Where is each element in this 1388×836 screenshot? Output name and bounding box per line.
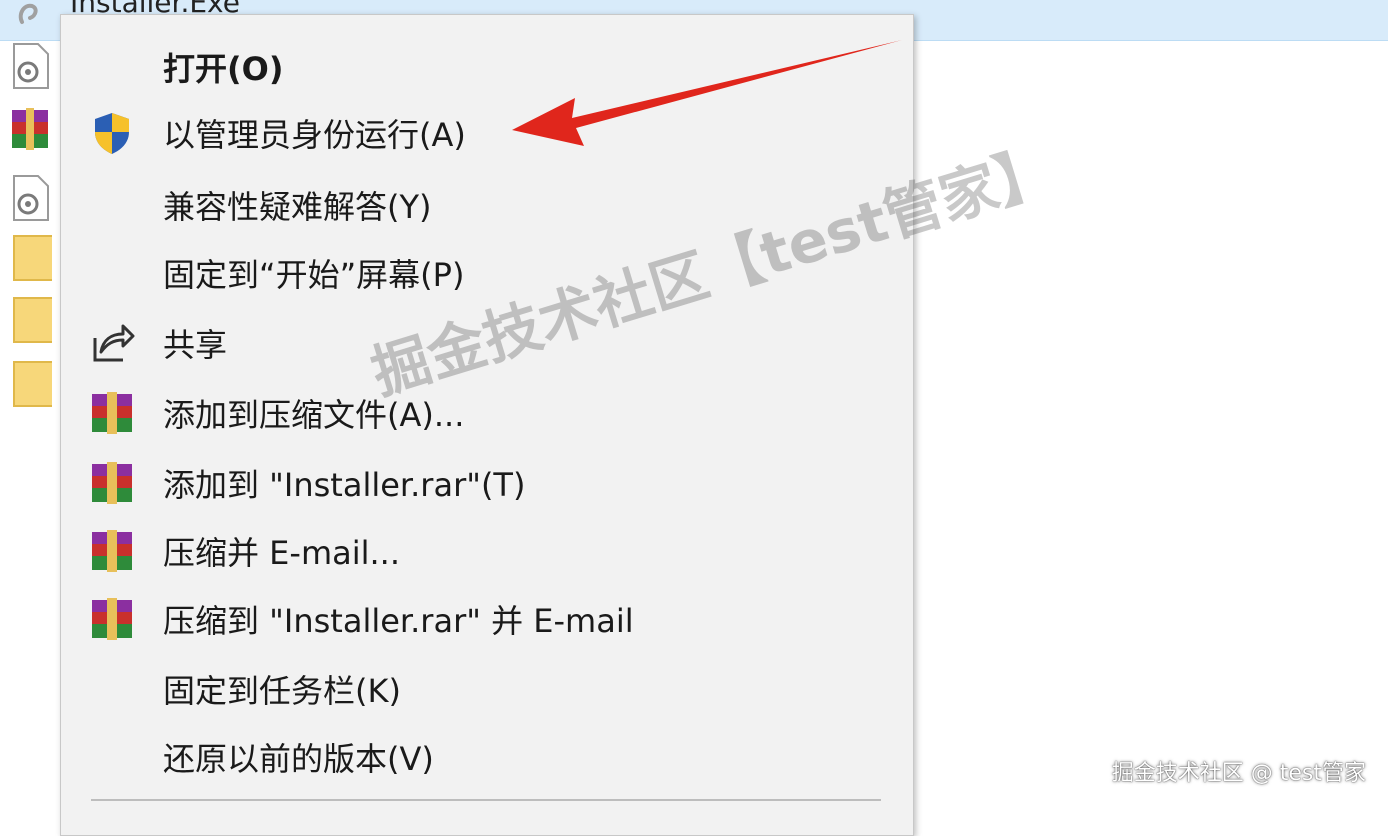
settings-file-icon[interactable] <box>8 42 52 90</box>
menu-item-add-to-installer-rar[interactable]: 添加到 "Installer.rar"(T) <box>61 449 913 517</box>
menu-item-label: 以管理员身份运行(A) <box>163 116 466 154</box>
menu-item-label: 压缩到 "Installer.rar" 并 E-mail <box>163 602 634 640</box>
menu-item-add-to-archive[interactable]: 添加到压缩文件(A)... <box>61 379 913 447</box>
winrar-icon <box>92 530 132 572</box>
menu-item-label: 压缩并 E-mail... <box>163 534 401 572</box>
menu-item-compress-and-email[interactable]: 压缩并 E-mail... <box>61 517 913 585</box>
menu-separator <box>91 799 881 801</box>
share-icon <box>93 324 135 362</box>
menu-item-label: 打开(O) <box>163 50 284 88</box>
menu-item-label: 还原以前的版本(V) <box>163 740 434 778</box>
folder-icon[interactable] <box>8 234 52 282</box>
menu-item-compress-to-rar-and-email[interactable]: 压缩到 "Installer.rar" 并 E-mail <box>61 585 913 653</box>
winrar-icon <box>92 598 132 640</box>
menu-item-label: 固定到“开始”屏幕(P) <box>163 256 465 294</box>
winrar-icon <box>92 462 132 504</box>
menu-item-label: 兼容性疑难解答(Y) <box>163 188 432 226</box>
menu-item-restore-previous-versions[interactable]: 还原以前的版本(V) <box>61 723 913 791</box>
settings-file-icon[interactable] <box>8 174 52 222</box>
file-list-icons <box>0 40 60 809</box>
uac-shield-icon <box>95 113 129 154</box>
menu-item-label: 固定到任务栏(K) <box>163 672 401 710</box>
menu-item-open[interactable]: 打开(O) <box>61 33 913 101</box>
menu-item-run-as-admin[interactable]: 以管理员身份运行(A) <box>61 99 913 167</box>
menu-item-pin-to-taskbar[interactable]: 固定到任务栏(K) <box>61 655 913 723</box>
winrar-archive-icon[interactable] <box>8 106 52 154</box>
context-menu: 打开(O) 以管理员身份运行(A) 兼容性疑难解答(Y) 固定到“开始”屏幕(P… <box>60 14 914 836</box>
exe-file-icon <box>18 3 38 24</box>
winrar-icon <box>92 392 132 434</box>
folder-icon[interactable] <box>8 360 52 408</box>
menu-item-label: 共享 <box>163 326 228 364</box>
corner-credit: 掘金技术社区 @ test管家 <box>1111 761 1366 786</box>
folder-icon[interactable] <box>8 296 52 344</box>
menu-item-label: 添加到 "Installer.rar"(T) <box>163 466 526 504</box>
